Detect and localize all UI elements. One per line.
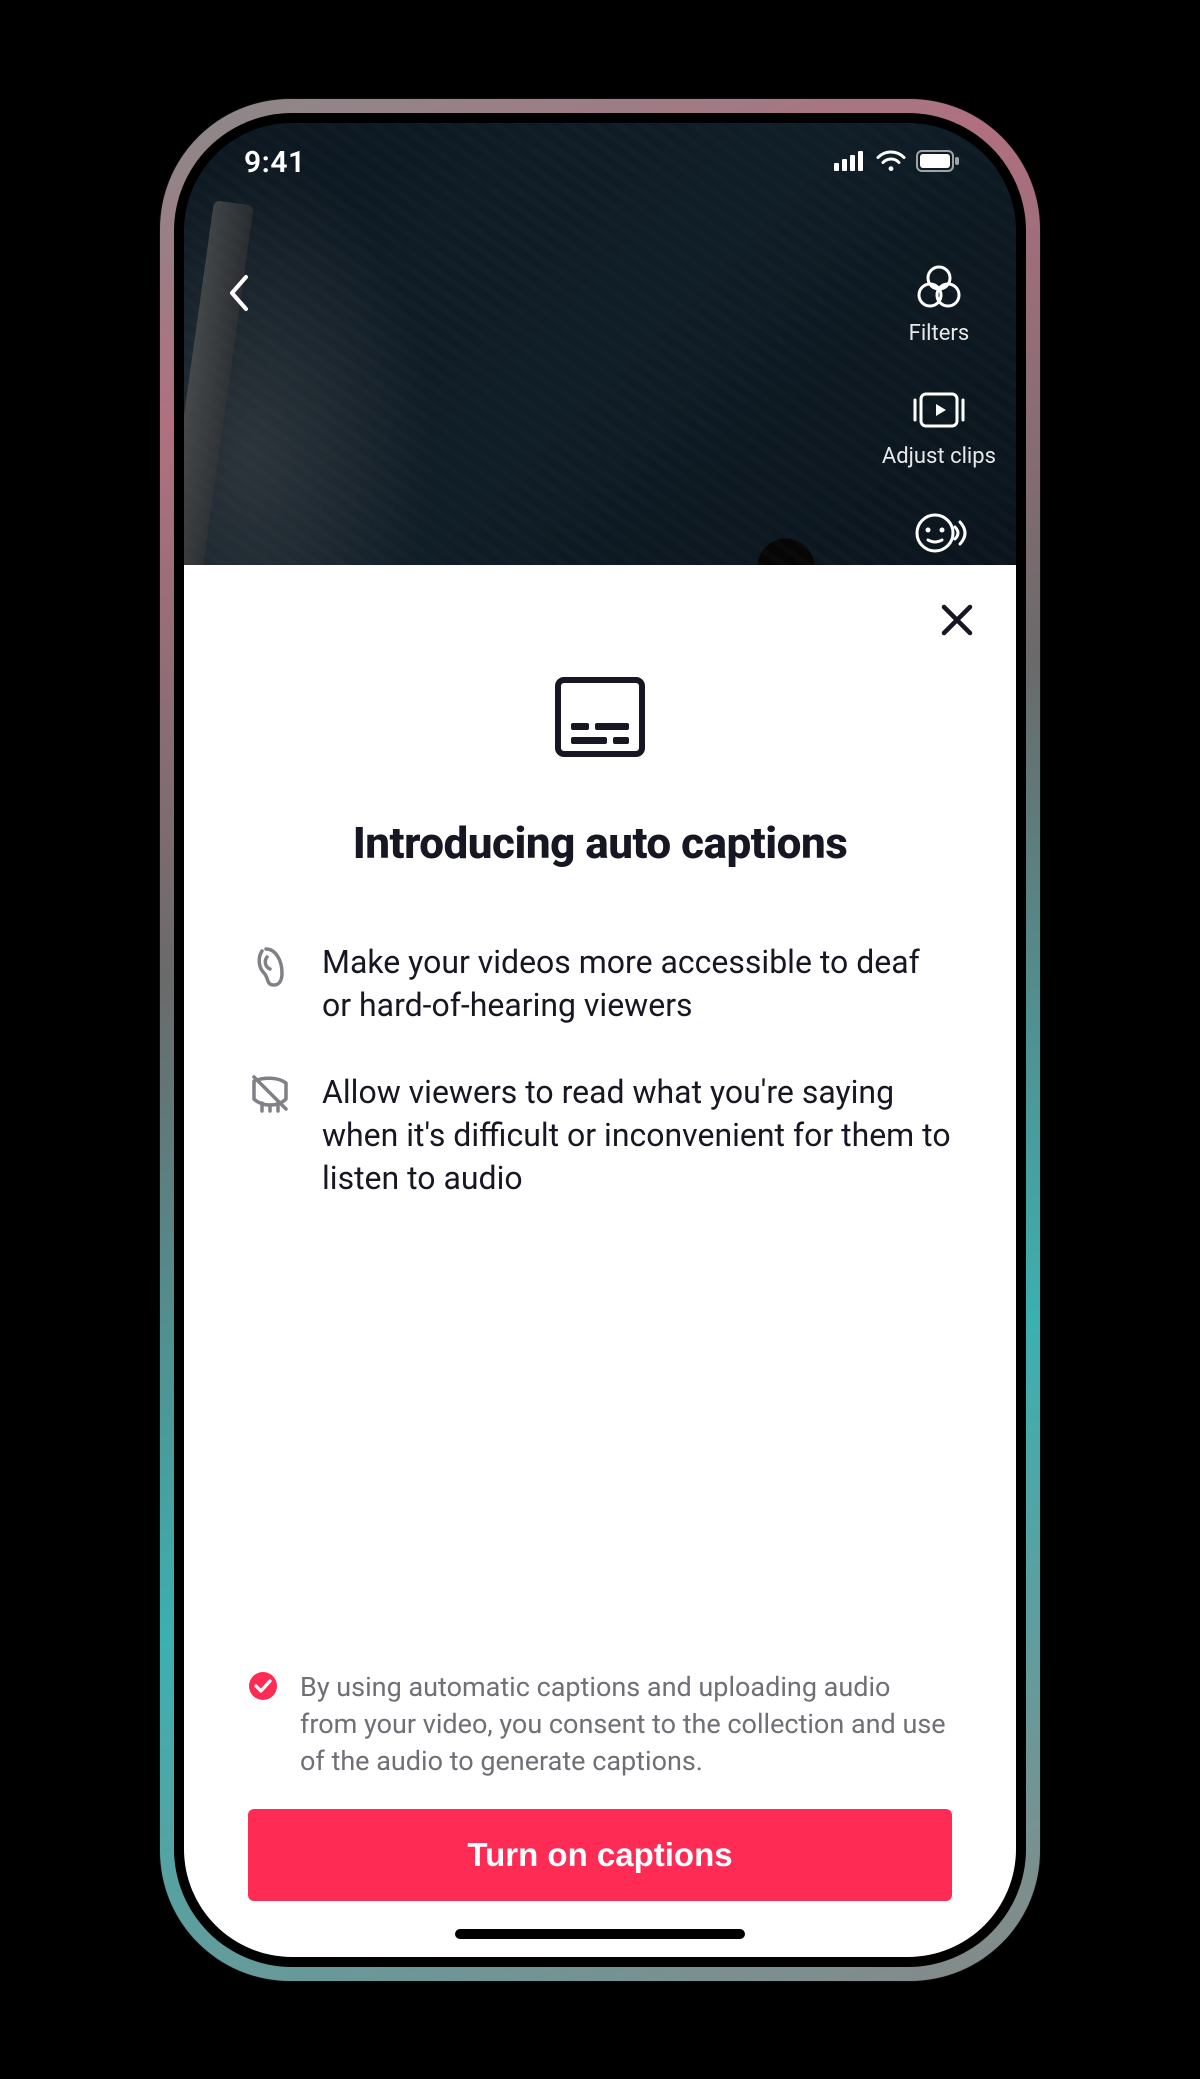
ear-icon bbox=[248, 941, 292, 987]
close-icon bbox=[940, 603, 974, 637]
voice-effects-tool[interactable] bbox=[911, 511, 967, 563]
chevron-left-icon bbox=[226, 273, 252, 313]
wifi-icon bbox=[876, 150, 906, 176]
adjust-clips-icon bbox=[913, 388, 965, 436]
benefit-accessibility: Make your videos more accessible to deaf… bbox=[248, 941, 952, 1027]
consent-checkbox[interactable] bbox=[248, 1671, 278, 1705]
status-icons bbox=[834, 150, 960, 176]
auto-captions-sheet: Introducing auto captions Make your vide… bbox=[184, 565, 1016, 1957]
checkmark-circle-icon bbox=[248, 1671, 278, 1701]
cellular-signal-icon bbox=[834, 151, 866, 175]
benefit-text: Allow viewers to read what you're saying… bbox=[322, 1071, 952, 1201]
consent-text: By using automatic captions and uploadin… bbox=[300, 1669, 952, 1781]
status-bar: 9:41 bbox=[184, 123, 1016, 203]
home-indicator[interactable] bbox=[455, 1929, 745, 1939]
voice-effects-icon bbox=[911, 511, 967, 563]
filters-icon bbox=[915, 265, 963, 313]
captions-hero-icon bbox=[553, 675, 647, 763]
phone-frame: 9:41 bbox=[160, 99, 1040, 1981]
adjust-clips-label: Adjust clips bbox=[882, 444, 996, 469]
adjust-clips-tool[interactable]: Adjust clips bbox=[882, 388, 996, 469]
back-button[interactable] bbox=[226, 273, 252, 317]
consent-row[interactable]: By using automatic captions and uploadin… bbox=[184, 1669, 1016, 1809]
benefit-text: Make your videos more accessible to deaf… bbox=[322, 941, 952, 1027]
no-audio-icon bbox=[248, 1071, 292, 1113]
status-time: 9:41 bbox=[244, 145, 306, 180]
close-button[interactable] bbox=[940, 603, 974, 641]
filters-label: Filters bbox=[909, 321, 970, 346]
turn-on-captions-button[interactable]: Turn on captions bbox=[248, 1809, 952, 1901]
screen: 9:41 bbox=[184, 123, 1016, 1957]
filters-tool[interactable]: Filters bbox=[909, 265, 970, 346]
benefit-silent-viewing: Allow viewers to read what you're saying… bbox=[248, 1071, 952, 1201]
battery-icon bbox=[916, 150, 960, 176]
sheet-title: Introducing auto captions bbox=[353, 817, 848, 869]
editor-side-toolbar: Filters Adjust clips bbox=[882, 265, 996, 563]
